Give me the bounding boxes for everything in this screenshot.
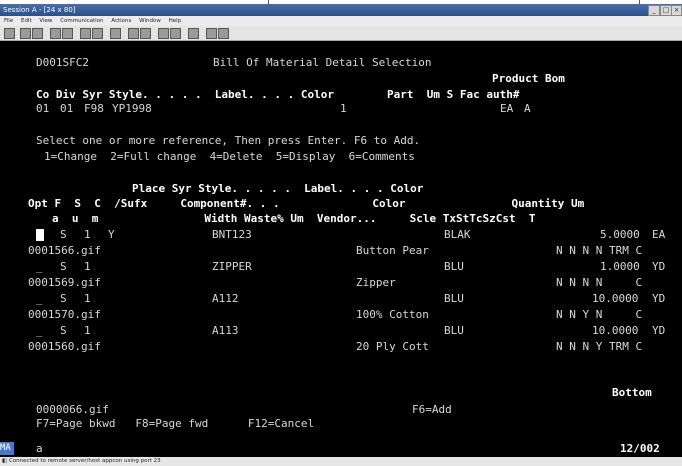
text-cursor	[36, 229, 44, 241]
support-icon[interactable]	[188, 28, 199, 39]
menu-file[interactable]: File	[4, 18, 13, 24]
operator-info-area: MA a 12/002	[0, 441, 682, 457]
macro-icon[interactable]	[110, 28, 121, 39]
status-field: a	[36, 442, 43, 455]
key-label: 1	[340, 102, 347, 115]
row-flags: N N N Y TRM C	[556, 340, 643, 353]
row-vendor: 20 Ply Cott	[356, 340, 429, 353]
row-vendor: Button Pear	[356, 244, 429, 257]
help-icon[interactable]	[206, 28, 217, 39]
row-color: BLU	[444, 324, 464, 337]
row-component: ZIPPER	[212, 260, 252, 273]
program-id: D001SFC2	[36, 56, 89, 69]
row-qty: 5.0000	[600, 228, 640, 241]
row-component: A113	[212, 324, 239, 337]
row-ref: 0001566.gif	[28, 244, 101, 257]
close-button[interactable]: ×	[671, 5, 682, 16]
menu-edit[interactable]: Edit	[21, 18, 32, 24]
menu-bar: File Edit View Communication Actions Win…	[0, 16, 682, 26]
column-header-1: Place Syr Style. . . . . Label. . . . Co…	[132, 182, 424, 195]
row-ref: 0001569.gif	[28, 276, 101, 289]
cursor-position: 12/002	[620, 442, 660, 455]
key-s: A	[524, 102, 531, 115]
row-f: S	[60, 228, 67, 241]
row-c: Y	[108, 228, 115, 241]
minimize-button[interactable]: _	[648, 5, 660, 16]
option-list: 1=Change 2=Full change 4=Delete 5=Displa…	[44, 150, 415, 163]
menu-help[interactable]: Help	[169, 18, 182, 24]
toolbar	[0, 26, 682, 41]
key-div: 01	[60, 102, 74, 115]
row-s: 1	[84, 228, 91, 241]
play-icon[interactable]	[140, 28, 151, 39]
settings-icon[interactable]	[218, 28, 229, 39]
row-opt-input[interactable]: _	[36, 261, 43, 273]
status-bar: ◧ Connected to remote server/host appcon…	[0, 457, 682, 466]
row-ref: 0001570.gif	[28, 308, 101, 321]
record-icon[interactable]	[128, 28, 139, 39]
connection-status: Connected to remote server/host appcon u…	[8, 458, 161, 464]
display-icon[interactable]	[80, 28, 91, 39]
send-icon[interactable]	[50, 28, 61, 39]
row-color: BLU	[444, 292, 464, 305]
paste-icon[interactable]	[32, 28, 43, 39]
column-header-3: a u m Width Waste% Um Vendor... Scle TxS…	[52, 212, 536, 225]
row-um: YD	[652, 292, 666, 305]
footer-file: 0000066.gif	[36, 403, 109, 416]
row-qty: 1.0000	[600, 260, 640, 273]
row-f: S	[60, 292, 67, 305]
key-co: 01	[36, 102, 50, 115]
row-color: BLU	[444, 260, 464, 273]
row-f: S	[60, 260, 67, 273]
row-opt-input[interactable]: _	[36, 293, 43, 305]
row-um: YD	[652, 324, 666, 337]
menu-view[interactable]: View	[39, 18, 52, 24]
key-syr: F98	[84, 102, 104, 115]
row-vendor: Zipper	[356, 276, 396, 289]
keyboard-icon[interactable]	[92, 28, 103, 39]
row-s: 1	[84, 324, 91, 337]
copy-icon[interactable]	[20, 28, 31, 39]
function-keys[interactable]: F7=Page bkwd F8=Page fwd F12=Cancel	[36, 418, 314, 430]
row-um: EA	[652, 228, 666, 241]
row-qty: 10.0000	[592, 324, 639, 337]
row-f: S	[60, 324, 67, 337]
row-vendor: 100% Cotton	[356, 308, 429, 321]
bottom-indicator: Bottom	[612, 386, 652, 399]
row-ref: 0001560.gif	[28, 340, 101, 353]
row-s: 1	[84, 260, 91, 273]
instruction-text: Select one or more reference, Then press…	[36, 134, 421, 147]
f6-add-key[interactable]: F6=Add	[412, 404, 452, 416]
menu-window[interactable]: Window	[139, 18, 161, 24]
title-bar: Session A - [24 x 80] _ □ ×	[0, 4, 682, 16]
column-header-2: Opt F S C /Sufx Component#. . . Color Qu…	[28, 197, 585, 210]
start-icon[interactable]	[158, 28, 169, 39]
row-flags: N N N N C	[556, 276, 643, 289]
menu-communication[interactable]: Communication	[60, 18, 103, 24]
product-bom-header: Product Bom	[492, 72, 565, 85]
receive-icon[interactable]	[62, 28, 73, 39]
key-style: YP1998	[112, 102, 152, 115]
row-component: A112	[212, 292, 239, 305]
terminal-screen[interactable]: D001SFC2 Bill Of Material Detail Selecti…	[0, 41, 682, 441]
row-um: YD	[652, 260, 666, 273]
menu-actions[interactable]: Actions	[111, 18, 131, 24]
row-opt-input[interactable]: _	[36, 325, 43, 337]
screen-title: Bill Of Material Detail Selection	[213, 56, 432, 69]
key-um: EA	[500, 102, 514, 115]
stop-icon[interactable]	[170, 28, 181, 39]
row-flags: N N N N TRM C	[556, 244, 643, 257]
print-screen-icon[interactable]	[4, 28, 15, 39]
status-indicator: MA	[0, 442, 14, 455]
row-qty: 10.0000	[592, 292, 639, 305]
key-header: Co Div Syr Style. . . . . Label. . . . C…	[36, 88, 520, 101]
row-component: BNT123	[212, 228, 252, 241]
row-color: BLAK	[444, 228, 471, 241]
row-s: 1	[84, 292, 91, 305]
row-flags: N N Y N C	[556, 308, 643, 321]
window-title: Session A - [24 x 80]	[3, 6, 76, 14]
connection-icon: ◧	[2, 458, 8, 464]
